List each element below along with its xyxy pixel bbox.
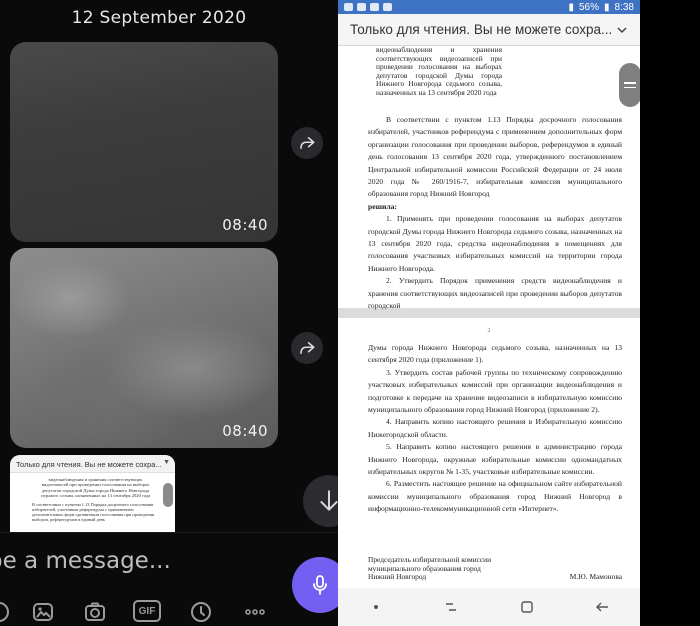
gif-button[interactable]: GIF [133, 600, 161, 622]
camera-icon [85, 602, 105, 621]
chevron-down-icon[interactable] [616, 24, 628, 36]
image-message[interactable]: 08:40 [10, 248, 278, 448]
message-time: 08:40 [222, 216, 268, 234]
page-number: 2 [487, 328, 491, 334]
forward-icon [300, 137, 315, 149]
signature-name: М.Ю. Мамонова [569, 572, 622, 582]
viewer-title: Только для чтения. Вы не можете сохра... [350, 22, 612, 37]
paragraph: Думы города Нижнего Новгорода седьмого с… [368, 343, 622, 365]
message-input[interactable] [0, 548, 208, 574]
thumb-title: Только для чтения. Вы не можете сохра... [16, 460, 162, 469]
more-icon [245, 609, 265, 615]
date-header: 12 September 2020 [71, 8, 247, 28]
battery-icon: ▮ [604, 1, 610, 13]
notification-icons [344, 3, 392, 11]
chevron-down-icon: ▼ [163, 459, 170, 466]
camera-button[interactable] [82, 599, 108, 625]
thumb-body-text: В соответствии с пунктом 1.13 Порядка до… [32, 501, 155, 523]
paragraph: 4. Направить копию настоящего решения в … [368, 417, 622, 439]
image-message[interactable]: 08:40 [10, 42, 278, 242]
decision-title: видеонаблюдения и хранения соответствующ… [376, 45, 502, 97]
paragraph: 1. Применять при проведении голосования … [368, 214, 622, 273]
gallery-button[interactable] [30, 599, 56, 625]
sticker-icon [0, 602, 9, 622]
recents-icon [446, 603, 457, 611]
home-button[interactable] [517, 597, 537, 617]
dot-icon [373, 605, 378, 609]
fast-scroll-handle[interactable] [619, 63, 641, 107]
signature-title: Председатель избирательной комиссии муни… [368, 555, 492, 582]
grip-line [624, 86, 636, 88]
status-indicators: ▮ 56% ▮ 8:38 [568, 2, 634, 13]
more-button[interactable] [242, 599, 268, 625]
forward-button[interactable] [291, 127, 323, 159]
status-bar: ▮ 56% ▮ 8:38 [338, 0, 640, 14]
page-body: В соответствии с пунктом 1.13 Порядка до… [368, 114, 622, 313]
paragraph: 5. Направить копию настоящего решения в … [368, 442, 622, 477]
thumb-scroll-handle [163, 483, 173, 507]
screenshot-message[interactable]: Только для чтения. Вы не можете сохра...… [10, 455, 175, 535]
forward-button[interactable] [291, 332, 323, 364]
home-icon [521, 601, 533, 613]
paragraph: 6. Разместить настоящее решение на офици… [368, 479, 622, 514]
timer-button[interactable] [188, 599, 214, 625]
paragraph: 3. Утвердить состав рабочей группы по те… [368, 367, 622, 415]
recents-button[interactable] [441, 597, 461, 617]
mic-icon [313, 575, 327, 595]
android-nav-bar [338, 588, 640, 626]
notification-icon [370, 3, 379, 11]
status-time: 8:38 [614, 1, 634, 13]
forward-icon [300, 342, 315, 354]
notification-icon [383, 3, 392, 11]
notification-icon [344, 3, 353, 11]
nav-dot-button[interactable] [366, 597, 386, 617]
sticker-button[interactable] [0, 599, 12, 625]
signal-icon: ▮ [568, 1, 574, 13]
thumb-title-bar: Только для чтения. Вы не можете сохра...… [10, 455, 175, 473]
document-viewer: ▮ 56% ▮ 8:38 Только для чтения. Вы не мо… [338, 0, 640, 626]
image-icon [33, 603, 53, 621]
right-margin [640, 0, 700, 626]
paragraph: В соответствии с пунктом 1.13 Порядка до… [368, 115, 622, 199]
grip-line [624, 82, 636, 84]
page-body: Думы города Нижнего Новгорода седьмого с… [368, 342, 622, 516]
thumb-head-text: видеонаблюдения и хранения соответствующ… [40, 477, 151, 499]
gif-icon: GIF [138, 605, 156, 617]
clock-icon [191, 602, 211, 622]
screen: 12 September 2020 08:40 08:40 Только для… [0, 0, 700, 626]
chat-panel: 12 September 2020 08:40 08:40 Только для… [0, 0, 338, 626]
back-button[interactable] [592, 597, 612, 617]
notification-icon [357, 3, 366, 11]
battery-percent: 56% [579, 1, 600, 13]
message-time: 08:40 [222, 422, 268, 440]
viewer-title-bar: Только для чтения. Вы не можете сохра... [338, 14, 640, 46]
paragraph-resolved: решила: [368, 201, 397, 211]
paragraph: 2. Утвердить Порядок применения средств … [368, 276, 622, 311]
signature-block: Председатель избирательной комиссии муни… [368, 555, 622, 582]
document-page: 2 Думы города Нижнего Новгорода седьмого… [338, 318, 640, 588]
document-page: видеонаблюдения и хранения соответствующ… [338, 45, 640, 310]
back-icon [596, 602, 609, 612]
